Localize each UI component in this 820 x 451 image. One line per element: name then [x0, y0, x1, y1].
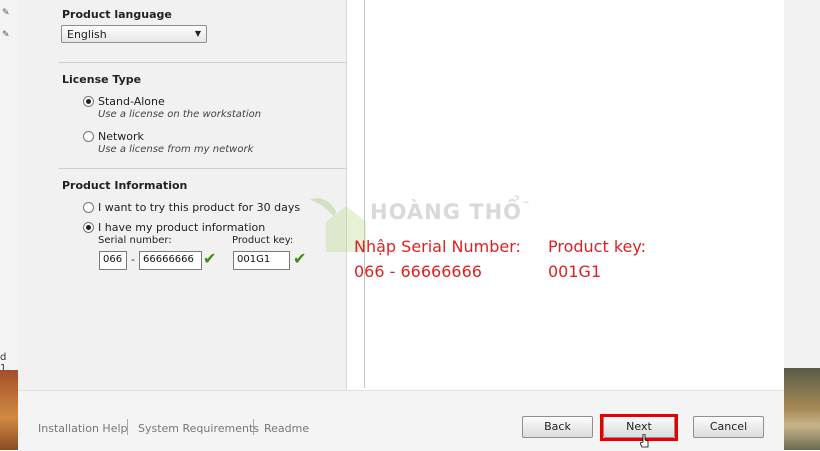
- have-info-radio[interactable]: [83, 222, 94, 233]
- watermark-logo: HOÀNG THỔ™: [370, 200, 531, 224]
- annotation-key-value: 001G1: [548, 262, 602, 281]
- annotation-serial-value: 066 - 66666666: [354, 262, 482, 281]
- product-language-heading: Product language: [62, 8, 172, 21]
- desktop-wallpaper: [784, 368, 820, 450]
- desktop-right-edge: [784, 0, 820, 450]
- trial-label: I want to try this product for 30 days: [98, 201, 301, 214]
- back-button[interactable]: Back: [522, 416, 593, 438]
- checkmark-icon: ✔: [293, 249, 307, 268]
- system-requirements-link[interactable]: System Requirements: [138, 422, 259, 435]
- pin-icon: ✎: [2, 8, 10, 18]
- serial-number-input[interactable]: 66666666: [139, 251, 202, 270]
- readme-link[interactable]: Readme: [264, 422, 309, 435]
- product-information-heading: Product Information: [62, 179, 188, 192]
- product-key-input[interactable]: 001G1: [233, 251, 290, 270]
- serial-dash: -: [131, 253, 135, 266]
- standalone-description: Use a license on the workstation: [98, 109, 262, 120]
- annotation-serial-title: Nhập Serial Number:: [354, 237, 521, 256]
- product-key-label: Product key:: [232, 235, 294, 246]
- desktop-wallpaper: [0, 370, 18, 450]
- product-language-select[interactable]: English ▼: [61, 25, 207, 43]
- serial-prefix-input[interactable]: 066: [99, 251, 127, 270]
- have-info-label: I have my product information: [98, 221, 266, 234]
- hand-cursor-icon: [640, 434, 649, 448]
- installation-help-link[interactable]: Installation Help: [38, 422, 128, 435]
- desktop-left-edge: ✎ ✎ d 1.: [0, 0, 18, 450]
- checkmark-icon: ✔: [203, 249, 217, 268]
- product-language-value: English: [67, 28, 107, 41]
- serial-number-label: Serial number:: [98, 235, 172, 246]
- license-type-heading: License Type: [62, 73, 142, 86]
- network-description: Use a license from my network: [98, 144, 254, 155]
- install-configuration-dialog: Product language English ▼ License Type …: [18, 0, 784, 451]
- pin-icon: ✎: [2, 30, 10, 40]
- network-radio[interactable]: [83, 131, 94, 142]
- next-button-highlight: [600, 414, 678, 441]
- network-label: Network: [98, 130, 144, 143]
- trial-radio[interactable]: [83, 202, 94, 213]
- divider: [58, 168, 346, 169]
- standalone-label: Stand-Alone: [98, 95, 165, 108]
- divider: [253, 419, 254, 435]
- standalone-radio[interactable]: [83, 96, 94, 107]
- divider: [127, 419, 128, 435]
- cancel-button[interactable]: Cancel: [693, 416, 764, 438]
- divider: [58, 62, 346, 63]
- chevron-down-icon: ▼: [194, 29, 201, 38]
- dialog-footer: Installation Help System Requirements Re…: [18, 390, 784, 451]
- configuration-pane: Product language English ▼ License Type …: [18, 0, 347, 390]
- annotation-key-title: Product key:: [548, 237, 647, 256]
